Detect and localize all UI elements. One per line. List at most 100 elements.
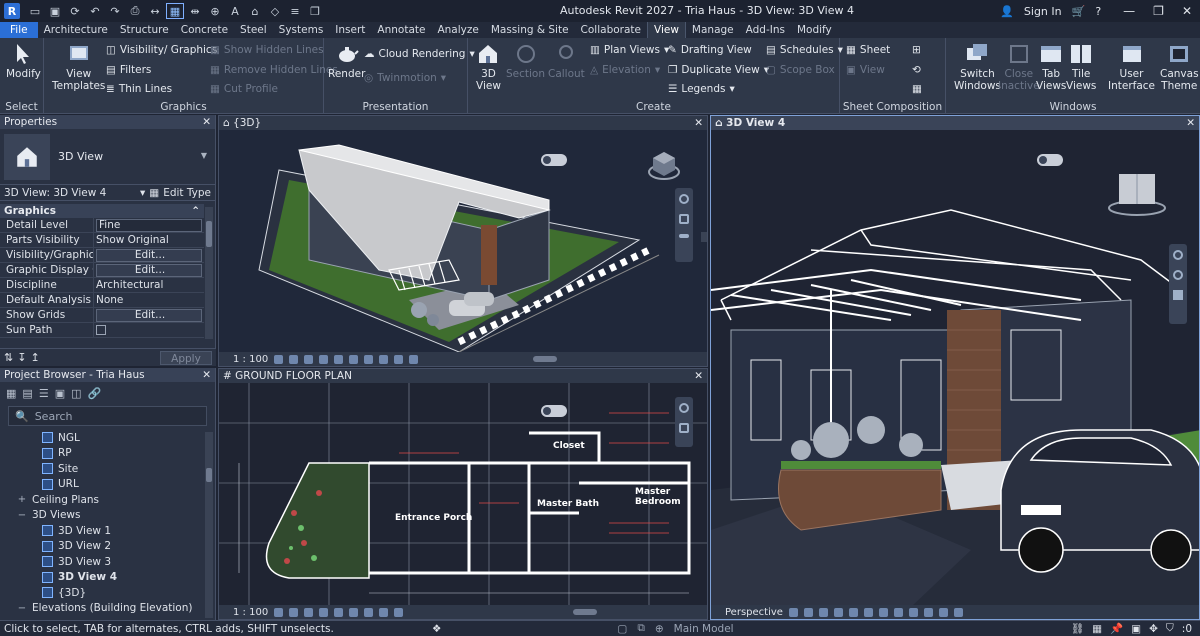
view-selector-dropdown-icon[interactable]: ▾	[140, 187, 145, 199]
viewport-3d-default[interactable]: ⌂ {3D} ✕ 1: 100	[218, 115, 708, 367]
browser-close-icon[interactable]: ✕	[202, 369, 211, 381]
browser-item[interactable]: URL	[0, 477, 215, 493]
sheet-button[interactable]: ▦ Sheet	[846, 44, 890, 56]
view-scale[interactable]: 1 : 100	[233, 354, 268, 365]
switch-windows-icon[interactable]: ❐	[306, 3, 324, 19]
lock-view-icon[interactable]	[379, 354, 389, 364]
view-projection-mode[interactable]: Perspective	[725, 607, 783, 618]
viewport-3d-view-4[interactable]: ⌂ 3D View 4 ✕ Perspective	[710, 115, 1200, 620]
navigate-icon[interactable]	[1173, 290, 1183, 300]
navigation-bar[interactable]	[1169, 244, 1187, 324]
select-underlay-icon[interactable]: ▦	[1092, 623, 1102, 635]
duplicate-view-button[interactable]: ❐ Duplicate View ▾	[668, 64, 769, 76]
viewcube-toggle[interactable]	[1037, 154, 1063, 166]
main-model-selector[interactable]: Main Model	[674, 623, 734, 635]
tab-analyze[interactable]: Analyze	[431, 22, 484, 38]
shadows-icon[interactable]	[319, 354, 329, 364]
viewport-scrollbar-h[interactable]	[573, 609, 597, 615]
twinmotion-button[interactable]: ◎ Twinmotion ▾	[364, 72, 446, 84]
worksets-icon[interactable]: ❖	[432, 623, 441, 635]
viewport-close-icon[interactable]: ✕	[694, 117, 703, 129]
browser-item[interactable]: 3D View 1	[0, 523, 215, 539]
show-crop-icon[interactable]	[349, 607, 359, 617]
show-hidden-lines-button[interactable]: ▦ Show Hidden Lines	[210, 44, 324, 56]
scope-box-button[interactable]: ▢ Scope Box	[766, 64, 835, 76]
group-title-select[interactable]: Select	[0, 101, 43, 113]
sun-path-checkbox[interactable]	[96, 325, 106, 335]
search-input[interactable]: Search	[35, 410, 73, 423]
viewport-scrollbar-h[interactable]	[533, 356, 557, 362]
expand-icon[interactable]: +	[16, 494, 28, 505]
room-tag[interactable]: Entrance Porch	[395, 513, 472, 523]
tab-steel[interactable]: Steel	[234, 22, 273, 38]
undo-icon[interactable]: ↶	[86, 3, 104, 19]
callout-button[interactable]: Callout	[548, 42, 585, 80]
crop-view-icon[interactable]	[863, 607, 873, 617]
visual-style-icon[interactable]	[289, 607, 299, 617]
render-dialog-icon[interactable]	[848, 607, 858, 617]
tab-add-ins[interactable]: Add-Ins	[740, 22, 791, 38]
section-button[interactable]: Section	[506, 42, 545, 80]
zoom-icon[interactable]	[679, 423, 689, 433]
viewcube-icon[interactable]	[1107, 168, 1167, 218]
view-templates-button[interactable]: View Templates	[52, 42, 105, 92]
select-face-icon[interactable]: ▣	[1131, 623, 1141, 635]
tab-view[interactable]: View	[647, 22, 686, 38]
viewport-scrollbar-v[interactable]	[701, 232, 707, 242]
tab-file[interactable]: File	[0, 22, 38, 38]
tab-manage[interactable]: Manage	[686, 22, 740, 38]
navigation-bar[interactable]	[675, 188, 693, 262]
sun-path-icon[interactable]	[304, 354, 314, 364]
select-pinned-icon[interactable]: 📌	[1110, 622, 1123, 635]
apply-button[interactable]: Apply	[160, 350, 212, 365]
sort-icon[interactable]: ⇅	[4, 351, 13, 364]
drag-elements-icon[interactable]: ✥	[1149, 623, 1158, 635]
shadows-icon[interactable]	[833, 607, 843, 617]
user-icon[interactable]: 👤	[1000, 5, 1014, 18]
tag-icon[interactable]: ⊕	[206, 3, 224, 19]
open-icon[interactable]: ▭	[26, 3, 44, 19]
legends-button[interactable]: ☰ Legends ▾	[668, 83, 735, 95]
steering-wheel-icon[interactable]	[1173, 250, 1183, 260]
measure-icon[interactable]: ↔	[146, 3, 164, 19]
tab-collaborate[interactable]: Collaborate	[575, 22, 647, 38]
section-icon[interactable]: ◇	[266, 3, 284, 19]
sun-path-icon[interactable]	[818, 607, 828, 617]
sign-in-link[interactable]: Sign In	[1024, 5, 1062, 18]
browser-item[interactable]: + Ceiling Plans	[0, 492, 215, 508]
tab-insert[interactable]: Insert	[329, 22, 371, 38]
viewport-close-icon[interactable]: ✕	[694, 370, 703, 382]
close-inactive-button[interactable]: Close Inactive	[998, 42, 1040, 92]
revisions-icon[interactable]: ⟲	[912, 64, 921, 76]
close-icon[interactable]: ✕	[1182, 4, 1192, 18]
tab-architecture[interactable]: Architecture	[38, 22, 114, 38]
guide-grid-icon[interactable]: ▦	[912, 83, 922, 95]
minimize-icon[interactable]: —	[1123, 4, 1135, 18]
tab-systems[interactable]: Systems	[273, 22, 330, 38]
shadows-icon[interactable]	[319, 607, 329, 617]
cut-profile-button[interactable]: ▦ Cut Profile	[210, 83, 278, 95]
zoom-icon[interactable]	[679, 214, 689, 224]
visibility-graphics-button[interactable]: ◫ Visibility/ Graphics	[106, 44, 217, 56]
view-3d-button[interactable]: 3D View	[476, 42, 501, 92]
room-tag[interactable]: Master Bedroom	[635, 487, 707, 507]
browser-item[interactable]: Site	[0, 461, 215, 477]
viewcube-toggle[interactable]	[541, 405, 567, 417]
print-icon[interactable]: ⎙	[126, 3, 144, 19]
tile-views-button[interactable]: Tile Views	[1066, 42, 1096, 92]
lock-view-icon[interactable]	[893, 607, 903, 617]
temp-hide-icon[interactable]	[379, 607, 389, 617]
groups-icon[interactable]: ◫	[71, 387, 81, 400]
elevation-button[interactable]: ◬ Elevation ▾	[590, 64, 660, 76]
cloud-rendering-button[interactable]: ☁ Cloud Rendering ▾	[364, 48, 475, 60]
show-crop-icon[interactable]	[364, 354, 374, 364]
viewport-tab[interactable]: ⌂ {3D} ✕	[219, 116, 707, 130]
collapse-icon[interactable]: −	[16, 510, 28, 521]
title-block-icon[interactable]: ⊞	[912, 44, 921, 56]
room-tag[interactable]: Closet	[553, 441, 585, 451]
families-icon[interactable]: ▣	[55, 387, 65, 400]
analysis-icon[interactable]	[953, 607, 963, 617]
detail-level-icon[interactable]	[788, 607, 798, 617]
modify-button[interactable]: Modify	[6, 42, 41, 80]
room-tag[interactable]: Master Bath	[537, 499, 599, 509]
